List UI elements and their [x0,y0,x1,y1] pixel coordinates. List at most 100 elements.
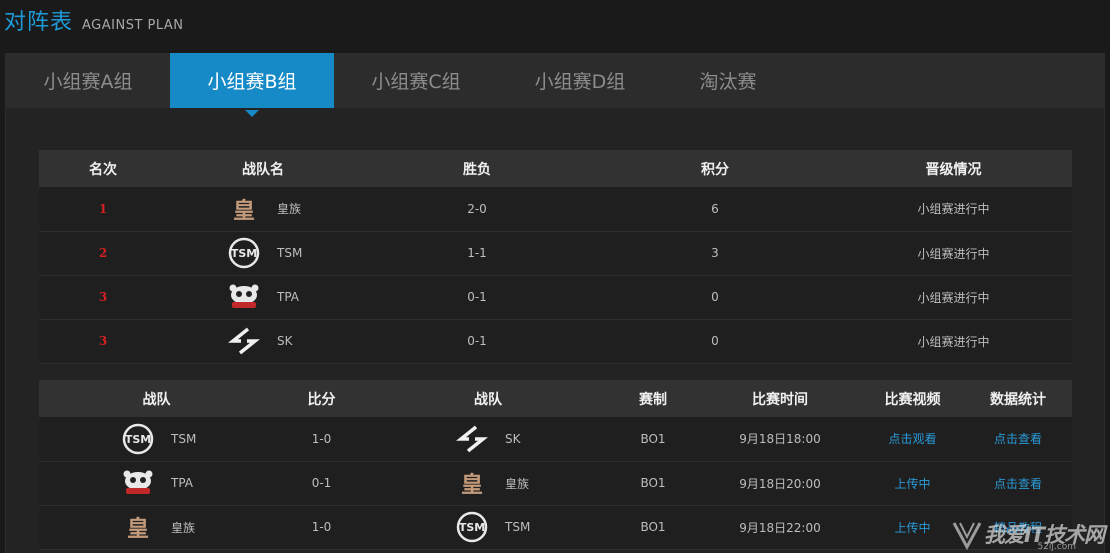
team-cell: TSM TSM [167,231,359,276]
format-value: BO1 [607,505,699,550]
svg-text:TSM: TSM [125,433,151,446]
team-a-cell: 皇 皇族 [39,505,274,550]
rng-logo-icon: 皇 [126,516,149,542]
watermark-logo-icon [952,522,982,551]
table-row: TPA 0-1 皇 皇族 BO1 9月18日20:00 上传中 点击查看 [39,461,1072,506]
rank-value: 1 [39,187,167,232]
record-value: 0-1 [359,275,595,320]
view-stats-link[interactable]: 点击查看 [994,477,1042,491]
table-row: 2 TSM TSM 1-1 3 小组赛进行中 [39,231,1072,276]
status-value: 小组赛进行中 [835,275,1072,320]
column-header: 比赛视频 [861,380,964,417]
points-value: 3 [595,231,835,276]
time-value: 9月18日18:00 [699,417,861,462]
tab-label: 淘汰赛 [699,71,757,93]
table-row: 3 SK 0-1 0 小组赛进行中 [39,319,1072,364]
page-subtitle: AGAINST PLAN [82,18,184,33]
column-header: 积分 [595,150,835,187]
video-uploading-link[interactable]: 上传中 [894,477,930,491]
group-tabs: 小组赛A组 小组赛B组 小组赛C组 小组赛D组 淘汰赛 [6,53,1104,117]
status-value: 小组赛进行中 [835,231,1072,276]
tab-group-c[interactable]: 小组赛C组 [334,53,498,108]
page-header: 对阵表 AGAINST PLAN [4,4,184,36]
tab-group-b[interactable]: 小组赛B组 [170,53,334,117]
team-b-cell: 皇 皇族 [369,461,607,506]
team-name: TPA [277,290,300,304]
site-watermark: 我爱IT技术网 52ij.com [950,517,1105,552]
tab-label: 小组赛D组 [534,71,626,93]
format-value: BO1 [607,417,699,462]
schedule-panel: 小组赛A组 小组赛B组 小组赛C组 小组赛D组 淘汰赛 名次 战队名 胜负 积分… [5,53,1105,553]
column-header: 战队名 [167,150,359,187]
column-header: 数据统计 [964,380,1072,417]
rng-logo-icon: 皇 [232,197,255,224]
rng-logo-icon: 皇 [460,472,483,498]
table-row: TSM TSM 1-0 SK BO1 9月18日18:00 点击观看 点击查看 [39,417,1072,462]
team-cell: 皇 皇族 [167,187,359,232]
table-row: 1 皇 皇族 2-0 6 小组赛进行中 [39,187,1072,232]
column-header: 比分 [274,380,369,417]
rank-value: 2 [39,231,167,276]
svg-text:TSM: TSM [231,247,257,260]
column-header: 战队 [39,380,274,417]
score-value: 1-0 [274,505,369,550]
record-value: 0-1 [359,319,595,364]
tab-group-d[interactable]: 小组赛D组 [498,53,662,108]
team-name: SK [505,431,521,446]
page-title: 对阵表 [4,10,74,35]
tpa-logo-icon [121,468,155,498]
sk-logo-icon [227,326,261,356]
standings-header-row: 名次 战队名 胜负 积分 晋级情况 [39,150,1072,187]
points-value: 0 [595,319,835,364]
matches-header-row: 战队 比分 战队 赛制 比赛时间 比赛视频 数据统计 [39,380,1072,417]
matches-table: 战队 比分 战队 赛制 比赛时间 比赛视频 数据统计 TSM TSM 1-0 S… [39,380,1072,550]
team-name: SK [277,334,293,348]
view-stats-link[interactable]: 点击查看 [994,432,1042,446]
column-header: 名次 [39,150,167,187]
active-tab-caret-icon [245,110,259,117]
score-value: 0-1 [274,461,369,506]
score-value: 1-0 [274,417,369,462]
team-b-cell: SK [369,417,607,462]
tab-label: 小组赛B组 [207,71,297,93]
video-uploading-link[interactable]: 上传中 [894,521,930,535]
record-value: 2-0 [359,187,595,232]
column-header: 胜负 [359,150,595,187]
points-value: 6 [595,187,835,232]
points-value: 0 [595,275,835,320]
svg-text:TSM: TSM [459,521,485,534]
column-header: 战队 [369,380,607,417]
tab-label: 小组赛C组 [371,71,461,93]
team-name: TPA [171,476,194,490]
column-header: 比赛时间 [699,380,861,417]
standings-table: 名次 战队名 胜负 积分 晋级情况 1 皇 皇族 2-0 6 小组赛进行中 2 … [39,150,1072,364]
team-name: TSM [505,520,531,534]
team-cell: SK [167,319,359,364]
watch-video-link[interactable]: 点击观看 [888,432,936,446]
team-name: TSM [171,431,197,446]
team-a-cell: TSM TSM [39,417,274,462]
team-name: 皇族 [171,520,196,535]
time-value: 9月18日20:00 [699,461,861,506]
tsm-logo-icon: TSM [455,511,489,543]
watermark-url: 52ij.com [1037,542,1076,552]
team-name: 皇族 [505,476,530,491]
team-cell: TPA [167,275,359,320]
team-b-cell: TSM TSM [369,505,607,550]
status-value: 小组赛进行中 [835,319,1072,364]
tab-knockout[interactable]: 淘汰赛 [662,53,794,108]
time-value: 9月18日22:00 [699,505,861,550]
team-name: TSM [277,246,303,260]
tsm-logo-icon: TSM [121,423,155,454]
table-row: 3 TPA 0-1 0 小组赛进行中 [39,275,1072,320]
rank-value: 3 [39,275,167,320]
column-header: 赛制 [607,380,699,417]
tsm-logo-icon: TSM [227,237,261,269]
tab-label: 小组赛A组 [43,71,133,93]
tab-group-a[interactable]: 小组赛A组 [6,53,170,108]
tpa-logo-icon [227,282,261,312]
table-row: 皇 皇族 1-0 TSM TSM BO1 9月18日22:00 上传中 精品教程 [39,505,1072,550]
rank-value: 3 [39,319,167,364]
team-a-cell: TPA [39,461,274,506]
sk-logo-icon [455,424,489,454]
